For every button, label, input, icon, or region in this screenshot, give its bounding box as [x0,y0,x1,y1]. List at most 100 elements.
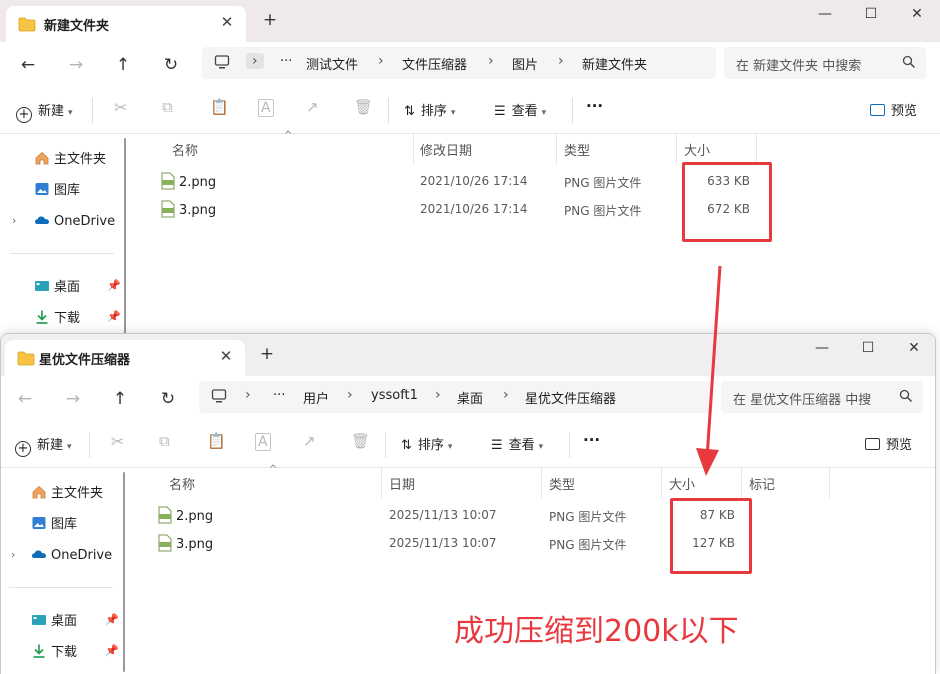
up-arrow-icon[interactable]: ↑ [106,386,134,412]
column-divider[interactable] [556,134,557,164]
column-header-name[interactable]: 名称 [172,140,198,159]
column-divider[interactable] [756,134,757,164]
view-button[interactable]: ☰ 查看 ▾ [491,434,543,453]
breadcrumb-item[interactable]: 桌面 [457,388,483,407]
nav-scrollbar[interactable] [124,138,126,338]
chevron-right-icon[interactable]: › [11,548,15,561]
column-divider[interactable] [381,468,382,498]
nav-item-onedrive[interactable]: OneDrive [31,546,112,563]
nav-item-desktop[interactable]: 桌面 [31,610,77,629]
breadcrumb-item[interactable]: 新建文件夹 [582,54,647,73]
rename-icon[interactable]: A [255,433,271,451]
cut-icon[interactable]: ✂ [111,432,124,451]
copy-icon[interactable]: ⧉ [162,98,173,116]
sort-button[interactable]: ⇅ 排序 ▾ [404,100,455,119]
preview-button[interactable]: 预览 [870,100,917,119]
nav-item-downloads[interactable]: 下载 [31,641,77,660]
nav-item-gallery[interactable]: 图库 [34,179,80,198]
pin-icon[interactable]: 📌 [105,644,119,657]
new-label: 新建 [37,438,64,453]
address-more[interactable]: ··· [280,54,292,69]
minimize-icon[interactable]: — [807,340,837,356]
column-header-type[interactable]: 类型 [549,474,575,493]
column-divider[interactable] [829,468,830,498]
pin-icon[interactable]: 📌 [105,613,119,626]
share-icon[interactable]: ↗ [303,432,316,450]
refresh-icon[interactable]: ↻ [154,386,182,412]
forward-arrow-icon[interactable]: → [59,386,87,412]
new-button[interactable]: + 新建 ▾ [16,100,73,123]
search-input[interactable]: 在 新建文件夹 中搜索 [724,47,926,79]
share-icon[interactable]: ↗ [306,98,319,116]
back-arrow-icon[interactable]: ← [11,386,39,412]
file-name-text: 3.png [179,203,217,218]
more-options-icon[interactable]: ··· [586,97,603,115]
breadcrumb-item[interactable]: 用户 [303,388,329,407]
column-header-date[interactable]: 修改日期 [420,140,472,159]
cut-icon[interactable]: ✂ [114,98,127,117]
new-tab-button[interactable]: + [260,10,280,30]
nav-item-desktop[interactable]: 桌面 [34,276,80,295]
nav-item-downloads[interactable]: 下载 [34,307,80,326]
column-header-name[interactable]: 名称 [169,474,195,493]
paste-icon[interactable]: 📋 [207,432,226,450]
maximize-icon[interactable]: ☐ [853,340,883,356]
breadcrumb-item[interactable]: 文件压缩器 [402,54,467,73]
close-tab-icon[interactable]: ✕ [218,13,236,31]
paste-icon[interactable]: 📋 [210,98,229,116]
chevron-right-icon[interactable]: › [246,53,264,69]
close-window-icon[interactable]: ✕ [899,340,929,356]
preview-button[interactable]: 预览 [865,434,912,453]
chevron-down-icon: ▾ [450,108,456,118]
divider [385,432,386,458]
highlight-box-original-sizes [682,162,772,242]
chevron-right-icon[interactable]: › [12,214,16,227]
rename-icon[interactable]: A [258,99,274,117]
pin-icon[interactable]: 📌 [107,279,121,292]
forward-arrow-icon[interactable]: → [62,52,90,78]
view-button[interactable]: ☰ 查看 ▾ [494,100,546,119]
nav-item-home[interactable]: 主文件夹 [31,482,103,501]
nav-scrollbar[interactable] [123,472,125,672]
column-header-type[interactable]: 类型 [564,140,590,159]
file-date: 2021/10/26 17:14 [420,174,528,188]
maximize-icon[interactable]: ☐ [856,6,886,22]
file-name: 3.png [157,534,213,552]
new-button[interactable]: + 新建 ▾ [15,434,72,457]
delete-icon[interactable]: 🗑 [351,432,370,450]
nav-item-gallery[interactable]: 图库 [31,513,77,532]
column-divider[interactable] [676,134,677,164]
close-window-icon[interactable]: ✕ [902,6,932,22]
more-options-icon[interactable]: ··· [583,431,600,449]
column-divider[interactable] [541,468,542,498]
tab-current-folder[interactable]: 星优文件压缩器 ✕ [5,340,245,376]
delete-icon[interactable]: 🗑 [354,98,373,116]
nav-item-onedrive[interactable]: OneDrive [34,212,115,229]
breadcrumb-item[interactable]: 星优文件压缩器 [525,388,616,407]
new-tab-button[interactable]: + [257,344,277,364]
address-bar[interactable]: › ··· 用户 › yssoft1 › 桌面 › 星优文件压缩器 [199,381,713,413]
column-header-tag[interactable]: 标记 [749,474,775,493]
breadcrumb-item[interactable]: 测试文件 [306,54,358,73]
search-input[interactable]: 在 星优文件压缩器 中搜 [721,381,923,413]
pin-icon[interactable]: 📌 [107,310,121,323]
nav-item-home[interactable]: 主文件夹 [34,148,106,167]
breadcrumb-item[interactable]: yssoft1 [371,388,418,403]
address-bar[interactable]: › ··· 测试文件 › 文件压缩器 › 图片 › 新建文件夹 [202,47,716,79]
refresh-icon[interactable]: ↻ [157,52,185,78]
column-divider[interactable] [741,468,742,498]
close-tab-icon[interactable]: ✕ [217,347,235,365]
sort-button[interactable]: ⇅ 排序 ▾ [401,434,452,453]
copy-icon[interactable]: ⧉ [159,432,170,450]
back-arrow-icon[interactable]: ← [14,52,42,78]
column-header-date[interactable]: 日期 [389,474,415,493]
address-more[interactable]: ··· [273,388,285,403]
column-divider[interactable] [413,134,414,164]
breadcrumb-item[interactable]: 图片 [512,54,538,73]
column-header-size[interactable]: 大小 [684,140,710,159]
up-arrow-icon[interactable]: ↑ [109,52,137,78]
chevron-right-icon[interactable]: › [245,387,251,403]
minimize-icon[interactable]: — [810,6,840,22]
column-divider[interactable] [661,468,662,498]
tab-current-folder[interactable]: 新建文件夹 ✕ [6,6,246,42]
